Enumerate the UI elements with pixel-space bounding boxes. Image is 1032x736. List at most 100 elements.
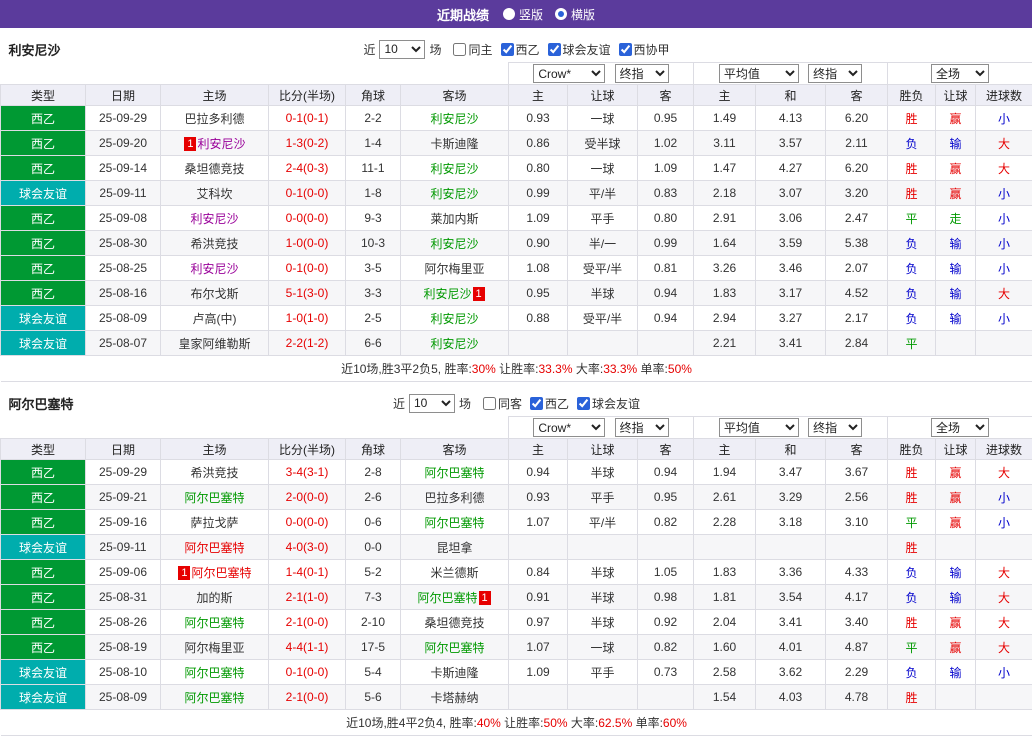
radio-vertical-layout[interactable]: 竖版 <box>503 6 543 23</box>
scope-select[interactable]: 全场 <box>931 64 989 83</box>
away-team[interactable]: 阿尔梅里亚 <box>401 256 509 281</box>
away-team[interactable]: 米兰德斯 <box>401 560 509 585</box>
home-team[interactable]: 阿尔梅里亚 <box>161 635 269 660</box>
home-team[interactable]: 卢高(中) <box>161 306 269 331</box>
away-team-label: 巴拉多利德 <box>424 491 484 505</box>
away-team[interactable]: 阿尔巴塞特 <box>401 510 509 535</box>
match-score[interactable]: 0-1(0-0) <box>269 256 346 281</box>
match-score[interactable]: 5-1(3-0) <box>269 281 346 306</box>
away-team[interactable]: 利安尼沙 <box>401 306 509 331</box>
match-score[interactable]: 4-4(1-1) <box>269 635 346 660</box>
recent-matches-table: 阿尔巴塞特 近 10 场 同客西乙球会友谊 Crow* 终指 <box>0 390 1032 736</box>
handicap-home-odds: 1.09 <box>509 660 568 685</box>
europe-index-select[interactable]: 终指 <box>808 418 862 437</box>
checkbox-input[interactable] <box>483 397 496 410</box>
match-score[interactable]: 2-2(1-2) <box>269 331 346 356</box>
match-score[interactable]: 1-0(0-0) <box>269 231 346 256</box>
corner-score: 6-6 <box>346 331 401 356</box>
radio-label: 横版 <box>571 6 595 23</box>
match-score[interactable]: 2-0(0-0) <box>269 485 346 510</box>
checkbox-input[interactable] <box>501 43 514 56</box>
home-team[interactable]: 布尔戈斯 <box>161 281 269 306</box>
match-score[interactable]: 0-1(0-1) <box>269 106 346 131</box>
match-score[interactable]: 2-1(0-0) <box>269 610 346 635</box>
away-team[interactable]: 卡斯迪隆 <box>401 131 509 156</box>
home-team[interactable]: 希洪竞技 <box>161 231 269 256</box>
away-team-label: 利安尼沙 <box>430 162 478 176</box>
away-team[interactable]: 利安尼沙 <box>401 231 509 256</box>
home-team[interactable]: 萨拉戈萨 <box>161 510 269 535</box>
home-team[interactable]: 阿尔巴塞特 <box>161 685 269 710</box>
scope-select[interactable]: 全场 <box>931 418 989 437</box>
checkbox-input[interactable] <box>530 397 543 410</box>
match-type-badge: 西乙 <box>1 156 86 181</box>
home-team[interactable]: 1利安尼沙 <box>161 131 269 156</box>
match-score[interactable]: 0-0(0-0) <box>269 206 346 231</box>
filter-checkbox-1[interactable]: 西乙 <box>530 395 569 412</box>
bookmaker-select[interactable]: Crow* <box>533 64 605 83</box>
match-score[interactable]: 2-4(0-3) <box>269 156 346 181</box>
home-team[interactable]: 桑坦德竞技 <box>161 156 269 181</box>
away-team[interactable]: 卡塔赫纳 <box>401 685 509 710</box>
match-score[interactable]: 4-0(3-0) <box>269 535 346 560</box>
filter-checkbox-0[interactable]: 同主 <box>453 41 492 58</box>
match-score[interactable]: 0-1(0-0) <box>269 660 346 685</box>
away-team[interactable]: 桑坦德竞技 <box>401 610 509 635</box>
match-score[interactable]: 3-4(3-1) <box>269 460 346 485</box>
away-team[interactable]: 利安尼沙 <box>401 181 509 206</box>
home-team[interactable]: 艾科坎 <box>161 181 269 206</box>
away-team[interactable]: 阿尔巴塞特 <box>401 635 509 660</box>
home-team[interactable]: 利安尼沙 <box>161 206 269 231</box>
column-header: 比分(半场) <box>269 85 346 106</box>
avg-home-odds: 3.11 <box>694 131 756 156</box>
home-team[interactable]: 阿尔巴塞特 <box>161 535 269 560</box>
match-count-select[interactable]: 10 <box>409 394 455 413</box>
away-team[interactable]: 巴拉多利德 <box>401 485 509 510</box>
bookmaker-select[interactable]: Crow* <box>533 418 605 437</box>
checkbox-input[interactable] <box>453 43 466 56</box>
filter-checkbox-2[interactable]: 球会友谊 <box>577 395 640 412</box>
home-team[interactable]: 巴拉多利德 <box>161 106 269 131</box>
away-team[interactable]: 昆坦拿 <box>401 535 509 560</box>
away-team[interactable]: 利安尼沙1 <box>401 281 509 306</box>
home-team[interactable]: 阿尔巴塞特 <box>161 485 269 510</box>
home-team[interactable]: 阿尔巴塞特 <box>161 660 269 685</box>
average-select[interactable]: 平均值 <box>719 64 799 83</box>
home-team[interactable]: 阿尔巴塞特 <box>161 610 269 635</box>
match-score[interactable]: 1-0(1-0) <box>269 306 346 331</box>
average-select[interactable]: 平均值 <box>719 418 799 437</box>
radio-horizontal-layout[interactable]: 横版 <box>555 6 595 23</box>
away-team[interactable]: 阿尔巴塞特 <box>401 460 509 485</box>
away-team[interactable]: 阿尔巴塞特1 <box>401 585 509 610</box>
europe-index-select[interactable]: 终指 <box>808 64 862 83</box>
checkbox-input[interactable] <box>619 43 632 56</box>
handicap-index-select[interactable]: 终指 <box>615 418 669 437</box>
match-count-select[interactable]: 10 <box>379 40 425 59</box>
match-score[interactable]: 1-4(0-1) <box>269 560 346 585</box>
filter-checkbox-1[interactable]: 西乙 <box>501 41 540 58</box>
handicap-away-odds: 0.95 <box>638 106 694 131</box>
match-score[interactable]: 2-1(0-0) <box>269 685 346 710</box>
handicap-index-select[interactable]: 终指 <box>615 64 669 83</box>
checkbox-input[interactable] <box>577 397 590 410</box>
home-team[interactable]: 1阿尔巴塞特 <box>161 560 269 585</box>
filter-checkbox-3[interactable]: 西协甲 <box>619 41 670 58</box>
away-team[interactable]: 卡斯迪隆 <box>401 660 509 685</box>
home-team[interactable]: 皇家阿维勒斯 <box>161 331 269 356</box>
match-type-badge: 西乙 <box>1 585 86 610</box>
away-team[interactable]: 利安尼沙 <box>401 106 509 131</box>
match-score[interactable]: 2-1(1-0) <box>269 585 346 610</box>
home-team[interactable]: 希洪竞技 <box>161 460 269 485</box>
home-team[interactable]: 加的斯 <box>161 585 269 610</box>
match-score[interactable]: 0-0(0-0) <box>269 510 346 535</box>
filter-checkbox-2[interactable]: 球会友谊 <box>548 41 611 58</box>
avg-home-odds: 1.81 <box>694 585 756 610</box>
filter-checkbox-0[interactable]: 同客 <box>483 395 522 412</box>
match-score[interactable]: 0-1(0-0) <box>269 181 346 206</box>
away-team[interactable]: 利安尼沙 <box>401 331 509 356</box>
away-team[interactable]: 莱加内斯 <box>401 206 509 231</box>
away-team[interactable]: 利安尼沙 <box>401 156 509 181</box>
match-score[interactable]: 1-3(0-2) <box>269 131 346 156</box>
checkbox-input[interactable] <box>548 43 561 56</box>
home-team[interactable]: 利安尼沙 <box>161 256 269 281</box>
